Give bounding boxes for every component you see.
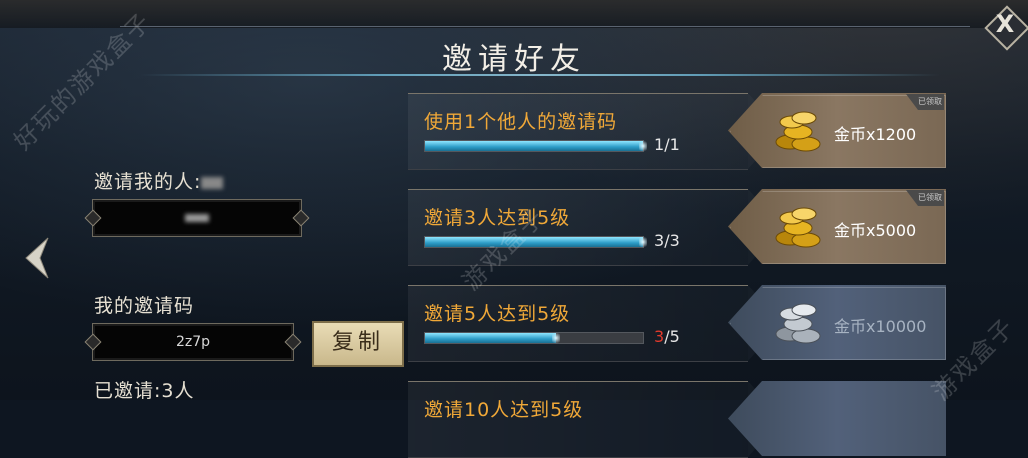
reward-amount: 金币x1200 — [834, 125, 917, 144]
close-button[interactable]: X — [984, 5, 1028, 51]
title-glow-line — [140, 74, 940, 76]
top-strip — [0, 0, 1028, 28]
inviter-row: 邀请我的人: — [94, 167, 224, 194]
my-code-label: 我的邀请码 — [94, 295, 195, 317]
close-icon: X — [995, 10, 1015, 38]
inviter-label: 邀请我的人: — [94, 171, 202, 193]
task-name: 邀请5人达到5级 — [424, 303, 571, 325]
progress-total: /5 — [664, 327, 680, 346]
progress-fill — [425, 331, 560, 345]
progress-text: 3/5 — [654, 327, 680, 346]
task-row: 邀请5人达到5级 3/5 金币x10000 — [408, 285, 948, 362]
progress-total: /3 — [664, 231, 680, 250]
progress-fill — [425, 139, 647, 153]
reward-box[interactable] — [728, 381, 946, 456]
task-name: 邀请3人达到5级 — [424, 207, 571, 229]
silver-coins-icon — [775, 303, 821, 344]
back-arrow-icon[interactable] — [22, 236, 52, 280]
title-divider — [120, 26, 970, 27]
progress-current: 3 — [654, 231, 665, 250]
reward-amount: 金币x10000 — [834, 317, 927, 336]
progress-total: /1 — [664, 135, 680, 154]
window-title: 邀请好友 — [442, 42, 586, 77]
progress-bar — [424, 331, 644, 345]
progress-fill — [425, 235, 647, 249]
task-name: 使用1个他人的邀请码 — [424, 111, 618, 133]
inviter-field — [84, 199, 310, 237]
progress-bar — [424, 139, 647, 153]
task-row: 邀请10人达到5级 — [408, 381, 948, 458]
reward-amount: 金币x5000 — [834, 221, 917, 240]
progress-text: 3/3 — [654, 231, 680, 250]
progress-bar — [424, 235, 647, 249]
gold-coins-icon — [775, 207, 821, 248]
gold-coins-icon — [775, 111, 821, 152]
progress-current: 1 — [654, 135, 665, 154]
task-row: 使用1个他人的邀请码 1/1 金币x1200 已领取 — [408, 93, 948, 170]
my-code-field[interactable]: 2z7p — [84, 323, 302, 361]
invited-count: 已邀请:3人 — [94, 380, 195, 402]
inviter-blurred-name — [201, 176, 224, 189]
my-code-value: 2z7p — [175, 334, 211, 350]
progress-text: 1/1 — [654, 135, 680, 154]
task-row: 邀请3人达到5级 3/3 金币x5000 已领取 — [408, 189, 948, 266]
task-name: 邀请10人达到5级 — [424, 399, 584, 421]
progress-current: 3 — [654, 327, 665, 346]
copy-button[interactable]: 复制 — [312, 321, 404, 367]
inviter-field-blurred — [185, 214, 209, 222]
